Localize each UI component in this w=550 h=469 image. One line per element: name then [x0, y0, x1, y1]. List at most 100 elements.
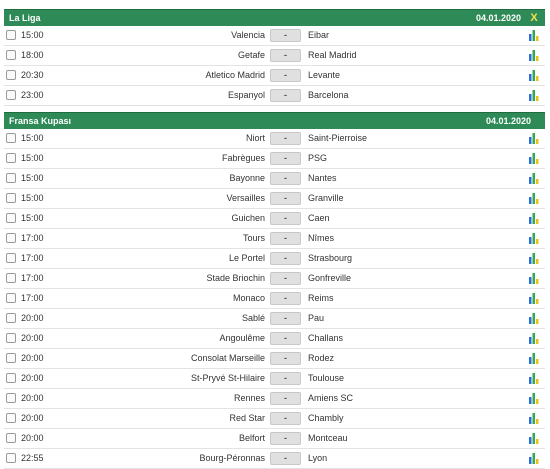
bar-chart-icon[interactable] — [529, 233, 539, 244]
bar-chart-icon[interactable] — [529, 433, 539, 444]
checkbox-icon[interactable] — [6, 133, 16, 143]
score-box[interactable]: - — [270, 69, 301, 82]
score-box[interactable]: - — [270, 232, 301, 245]
score-box[interactable]: - — [270, 192, 301, 205]
score-box[interactable]: - — [270, 252, 301, 265]
checkbox-icon[interactable] — [6, 313, 16, 323]
match-row[interactable]: 20:00 Sablé - Pau — [4, 309, 545, 329]
checkbox-icon[interactable] — [6, 30, 16, 40]
checkbox-icon[interactable] — [6, 333, 16, 343]
section-header: La Liga 04.01.2020 X — [4, 9, 545, 26]
match-row[interactable]: 20:00 Rennes - Amiens SC — [4, 389, 545, 409]
match-row[interactable]: 17:00 Monaco - Reims — [4, 289, 545, 309]
bar-chart-icon[interactable] — [529, 213, 539, 224]
match-row[interactable]: 15:00 Versailles - Granville — [4, 189, 545, 209]
match-time: 15:00 — [21, 153, 44, 163]
bar-chart-icon[interactable] — [529, 253, 539, 264]
away-team: Chambly — [308, 413, 344, 423]
bar-chart-icon[interactable] — [529, 413, 539, 424]
home-team: Bourg-Péronnas — [199, 453, 265, 463]
home-team: Rennes — [233, 393, 265, 403]
match-row[interactable]: 17:00 Stade Briochin - Gonfreville — [4, 269, 545, 289]
bar-chart-icon[interactable] — [529, 153, 539, 164]
match-row[interactable]: 15:00 Valencia - Eibar — [4, 26, 545, 46]
home-team: Fabrègues — [221, 153, 265, 163]
score-box[interactable]: - — [270, 332, 301, 345]
score-box[interactable]: - — [270, 272, 301, 285]
score-box[interactable]: - — [270, 352, 301, 365]
checkbox-icon[interactable] — [6, 453, 16, 463]
checkbox-icon[interactable] — [6, 353, 16, 363]
score-box[interactable]: - — [270, 432, 301, 445]
bar-chart-icon[interactable] — [529, 313, 539, 324]
match-row[interactable]: 20:30 Atletico Madrid - Levante — [4, 66, 545, 86]
match-row[interactable]: 22:55 Bourg-Péronnas - Lyon — [4, 449, 545, 469]
checkbox-icon[interactable] — [6, 233, 16, 243]
score-box[interactable]: - — [270, 212, 301, 225]
score-box[interactable]: - — [270, 312, 301, 325]
score-box[interactable]: - — [270, 372, 301, 385]
checkbox-icon[interactable] — [6, 193, 16, 203]
score-box[interactable]: - — [270, 292, 301, 305]
checkbox-icon[interactable] — [6, 293, 16, 303]
checkbox-icon[interactable] — [6, 173, 16, 183]
section-header: Fransa Kupası 04.01.2020 — [4, 112, 545, 129]
close-icon[interactable]: X — [529, 12, 539, 24]
bar-chart-icon[interactable] — [529, 30, 539, 41]
checkbox-icon[interactable] — [6, 273, 16, 283]
match-row[interactable]: 15:00 Fabrègues - PSG — [4, 149, 545, 169]
bar-chart-icon[interactable] — [529, 193, 539, 204]
checkbox-icon[interactable] — [6, 70, 16, 80]
checkbox-icon[interactable] — [6, 213, 16, 223]
match-time: 15:00 — [21, 213, 44, 223]
match-row[interactable]: 18:00 Getafe - Real Madrid — [4, 46, 545, 66]
match-row[interactable]: 17:00 Le Portel - Strasbourg — [4, 249, 545, 269]
match-row[interactable]: 15:00 Guichen - Caen — [4, 209, 545, 229]
score-box[interactable]: - — [270, 412, 301, 425]
match-row[interactable]: 20:00 Red Star - Chambly — [4, 409, 545, 429]
checkbox-icon[interactable] — [6, 373, 16, 383]
score-box[interactable]: - — [270, 132, 301, 145]
match-row[interactable]: 15:00 Niort - Saint-Pierroise — [4, 129, 545, 149]
bar-chart-icon[interactable] — [529, 393, 539, 404]
bar-chart-icon[interactable] — [529, 273, 539, 284]
match-row[interactable]: 20:00 St-Pryvé St-Hilaire - Toulouse — [4, 369, 545, 389]
checkbox-icon[interactable] — [6, 90, 16, 100]
checkbox-icon[interactable] — [6, 253, 16, 263]
checkbox-icon[interactable] — [6, 413, 16, 423]
bar-chart-icon[interactable] — [529, 373, 539, 384]
score-box[interactable]: - — [270, 172, 301, 185]
score-box[interactable]: - — [270, 452, 301, 465]
away-team: Strasbourg — [308, 253, 353, 263]
score-box[interactable]: - — [270, 152, 301, 165]
score-box[interactable]: - — [270, 89, 301, 102]
match-row[interactable]: 17:00 Tours - Nîmes — [4, 229, 545, 249]
bar-chart-icon[interactable] — [529, 293, 539, 304]
bar-chart-icon[interactable] — [529, 133, 539, 144]
home-team: Monaco — [232, 293, 265, 303]
bar-chart-icon[interactable] — [529, 453, 539, 464]
score-box[interactable]: - — [270, 29, 301, 42]
score-box[interactable]: - — [270, 392, 301, 405]
bar-chart-icon[interactable] — [529, 333, 539, 344]
section-la-liga: La Liga 04.01.2020 X 15:00 Valencia - Eibar… — [4, 9, 545, 106]
bar-chart-icon[interactable] — [529, 353, 539, 364]
match-row[interactable]: 23:00 Espanyol - Barcelona — [4, 86, 545, 106]
match-row[interactable]: 20:00 Consolat Marseille - Rodez — [4, 349, 545, 369]
match-row[interactable]: 20:00 Angoulême - Challans — [4, 329, 545, 349]
checkbox-icon[interactable] — [6, 50, 16, 60]
match-row[interactable]: 15:00 Bayonne - Nantes — [4, 169, 545, 189]
match-time: 20:00 — [21, 373, 44, 383]
match-row[interactable]: 20:00 Belfort - Montceau — [4, 429, 545, 449]
checkbox-icon[interactable] — [6, 393, 16, 403]
bar-chart-icon[interactable] — [529, 90, 539, 101]
checkbox-icon[interactable] — [6, 433, 16, 443]
match-time: 18:00 — [21, 50, 44, 60]
bar-chart-icon[interactable] — [529, 70, 539, 81]
checkbox-icon[interactable] — [6, 153, 16, 163]
bar-chart-icon[interactable] — [529, 50, 539, 61]
score-box[interactable]: - — [270, 49, 301, 62]
bar-chart-icon[interactable] — [529, 173, 539, 184]
home-team: Belfort — [238, 433, 265, 443]
home-team: Espanyol — [227, 90, 265, 100]
